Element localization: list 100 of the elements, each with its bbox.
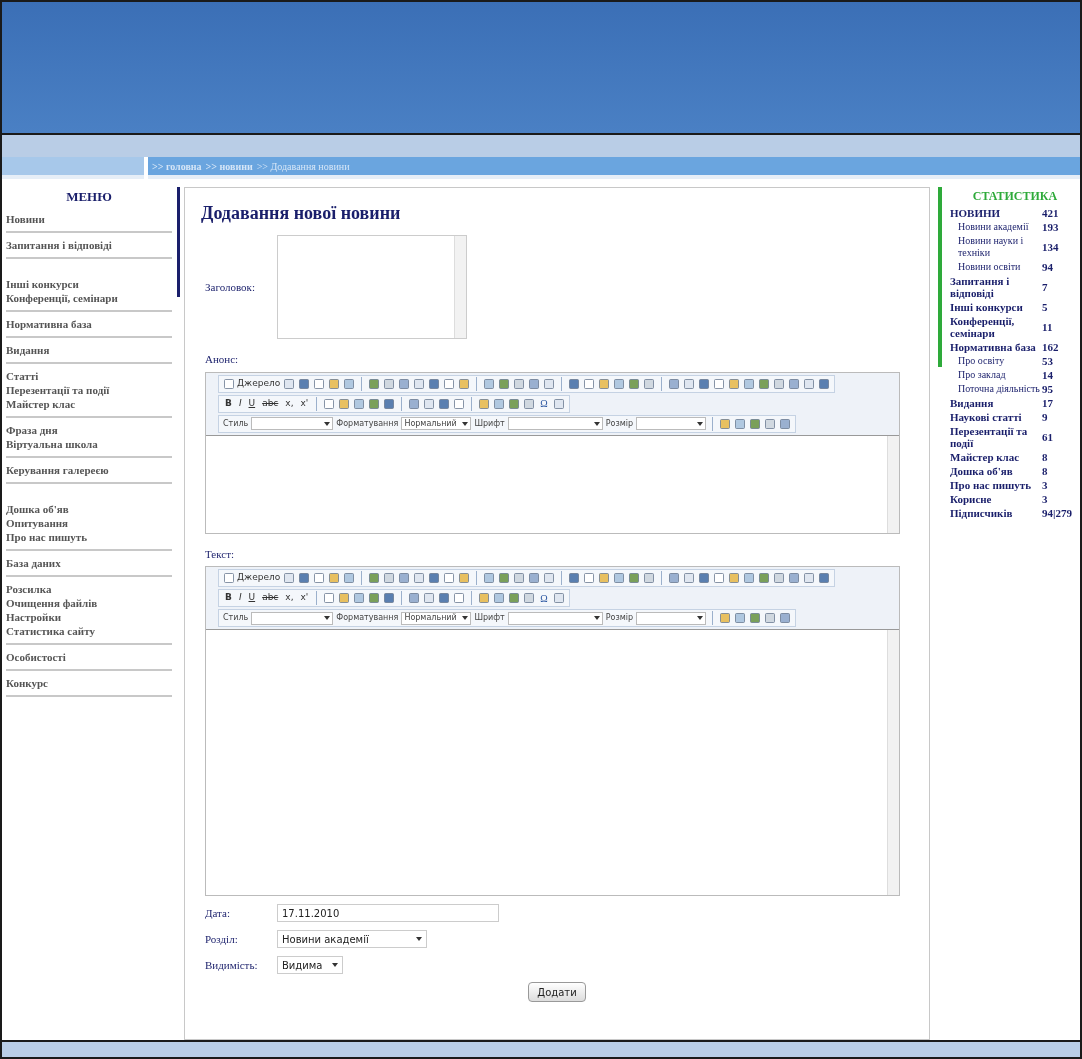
stat-label: Поточна діяльність: [957, 383, 1041, 395]
menu-item[interactable]: Видання: [6, 342, 172, 357]
field-value: 17.11.2010: [282, 906, 340, 921]
stat-label: Майстер клас: [950, 451, 1021, 463]
stat-count: 95: [1042, 383, 1053, 395]
stat-count: 7: [1042, 281, 1048, 293]
format-button[interactable]: I: [236, 396, 244, 411]
stat-count: 14: [1042, 369, 1053, 381]
menu-item[interactable]: Настройки: [6, 609, 172, 624]
dropdown[interactable]: Новини академії: [277, 930, 427, 948]
stat-label: Підписчиків: [950, 507, 1014, 519]
combo-field[interactable]: Нормальний: [401, 611, 472, 625]
field-value: Новини академії: [282, 932, 369, 947]
stat-label: Дошка об'яв: [950, 465, 1014, 477]
stat-label: Про нас пишуть: [950, 479, 1033, 491]
stat-label: Новини освіти: [957, 261, 1022, 273]
stat-label: Перезентації та події: [950, 425, 1029, 449]
menu-item[interactable]: Перезентації та події: [6, 382, 172, 397]
menu-item[interactable]: Про нас пишуть: [6, 529, 172, 544]
source-button[interactable]: Джерело: [223, 376, 281, 391]
combo-value: Нормальний: [404, 612, 457, 624]
menu-item[interactable]: Запитання і відповіді: [6, 237, 172, 252]
stat-count: 9: [1042, 411, 1048, 423]
combo-value: Нормальний: [404, 417, 457, 430]
stat-label: НОВИНИ: [950, 207, 1002, 219]
format-button[interactable]: B: [223, 591, 234, 605]
combo-label: Шрифт: [474, 417, 505, 430]
format-button[interactable]: I: [236, 591, 244, 605]
menu-item[interactable]: Віртуальна школа: [6, 436, 172, 451]
stat-count: 193: [1042, 221, 1059, 233]
stat-count: 53: [1042, 355, 1053, 367]
format-button[interactable]: B: [223, 396, 234, 411]
stat-count: 61: [1042, 431, 1053, 443]
menu-title: МЕНЮ: [65, 188, 113, 206]
menu-item[interactable]: Розсилка: [6, 581, 172, 596]
field-label: Заголовок:: [205, 279, 256, 295]
field-label: Анонс:: [205, 352, 240, 367]
stat-label: Інші конкурси: [950, 301, 1024, 313]
combo-label: Форматування: [336, 612, 399, 624]
combo-label: Розмір: [605, 612, 634, 624]
combo-field[interactable]: Нормальний: [401, 417, 472, 430]
menu-item[interactable]: Фраза дня: [6, 422, 172, 437]
format-button[interactable]: x': [298, 396, 311, 411]
format-button[interactable]: abc: [260, 591, 281, 605]
stat-label: Конференції, семінари: [950, 315, 1016, 339]
stat-label: Про освіту: [957, 355, 1006, 367]
menu-item[interactable]: Статистика сайту: [6, 623, 172, 638]
field-value: Видима: [282, 958, 323, 973]
stat-count: 94: [1042, 261, 1053, 273]
stat-label: Корисне: [950, 493, 993, 505]
menu-item[interactable]: Особистості: [6, 649, 172, 664]
stat-count: 3: [1042, 493, 1048, 505]
menu-item[interactable]: Конкурс: [6, 675, 172, 690]
combo-label: Стиль: [223, 612, 249, 624]
stat-count: 17: [1042, 397, 1053, 409]
format-button[interactable]: U: [246, 396, 258, 411]
menu-item[interactable]: Керування галереєю: [6, 462, 172, 477]
menu-item[interactable]: Майстер клас: [6, 396, 172, 411]
stat-count: 8: [1042, 451, 1048, 463]
stat-label: Наукові статті: [950, 411, 1023, 423]
field-label: Розділ:: [205, 931, 239, 947]
date-field[interactable]: 17.11.2010: [277, 904, 499, 922]
stat-label: Запитання і відповіді: [950, 275, 1011, 299]
stat-label: Новини науки і техніки: [957, 235, 1025, 259]
combo-label: Форматування: [336, 417, 399, 430]
stat-count: 94|279: [1042, 507, 1072, 519]
menu-item[interactable]: Інші конкурси: [6, 276, 172, 291]
dropdown[interactable]: Видима: [277, 956, 343, 974]
page-heading: Додавання нової новини: [201, 202, 402, 225]
add-button[interactable]: Додати: [528, 982, 586, 1002]
field-label: Дата:: [205, 905, 231, 921]
stat-label: Новини академії: [957, 221, 1030, 233]
source-button[interactable]: Джерело: [223, 571, 281, 585]
menu-item[interactable]: База даних: [6, 555, 172, 570]
format-button[interactable]: x': [298, 591, 311, 605]
stat-count: 5: [1042, 301, 1048, 313]
menu-item[interactable]: Опитування: [6, 515, 172, 530]
stat-count: 162: [1042, 341, 1059, 353]
stat-count: 8: [1042, 465, 1048, 477]
menu-item[interactable]: Статті: [6, 368, 172, 383]
field-label: Видимість:: [205, 957, 259, 973]
menu-item[interactable]: Конференції, семінари: [6, 290, 172, 305]
menu-item[interactable]: Нормативна база: [6, 316, 172, 331]
stat-count: 134: [1042, 241, 1059, 253]
special-char-button[interactable]: Ω: [538, 396, 550, 411]
format-button[interactable]: x,: [283, 396, 296, 411]
stat-count: 421: [1042, 207, 1059, 219]
stat-label: Нормативна база: [950, 341, 1037, 353]
menu-item[interactable]: Новини: [6, 211, 172, 226]
stats-title: СТАТИСТИКА: [971, 188, 1059, 205]
format-button[interactable]: x,: [283, 591, 296, 605]
menu-item[interactable]: Очищення файлів: [6, 595, 172, 610]
field-label: Текст:: [205, 546, 235, 562]
format-button[interactable]: abc: [260, 396, 281, 411]
stat-label: Про заклад: [957, 369, 1007, 381]
special-char-button[interactable]: Ω: [538, 590, 550, 606]
format-button[interactable]: U: [246, 591, 258, 605]
menu-item[interactable]: Дошка об'яв: [6, 501, 172, 516]
combo-label: Шрифт: [474, 612, 505, 624]
stat-label: Видання: [950, 397, 995, 409]
